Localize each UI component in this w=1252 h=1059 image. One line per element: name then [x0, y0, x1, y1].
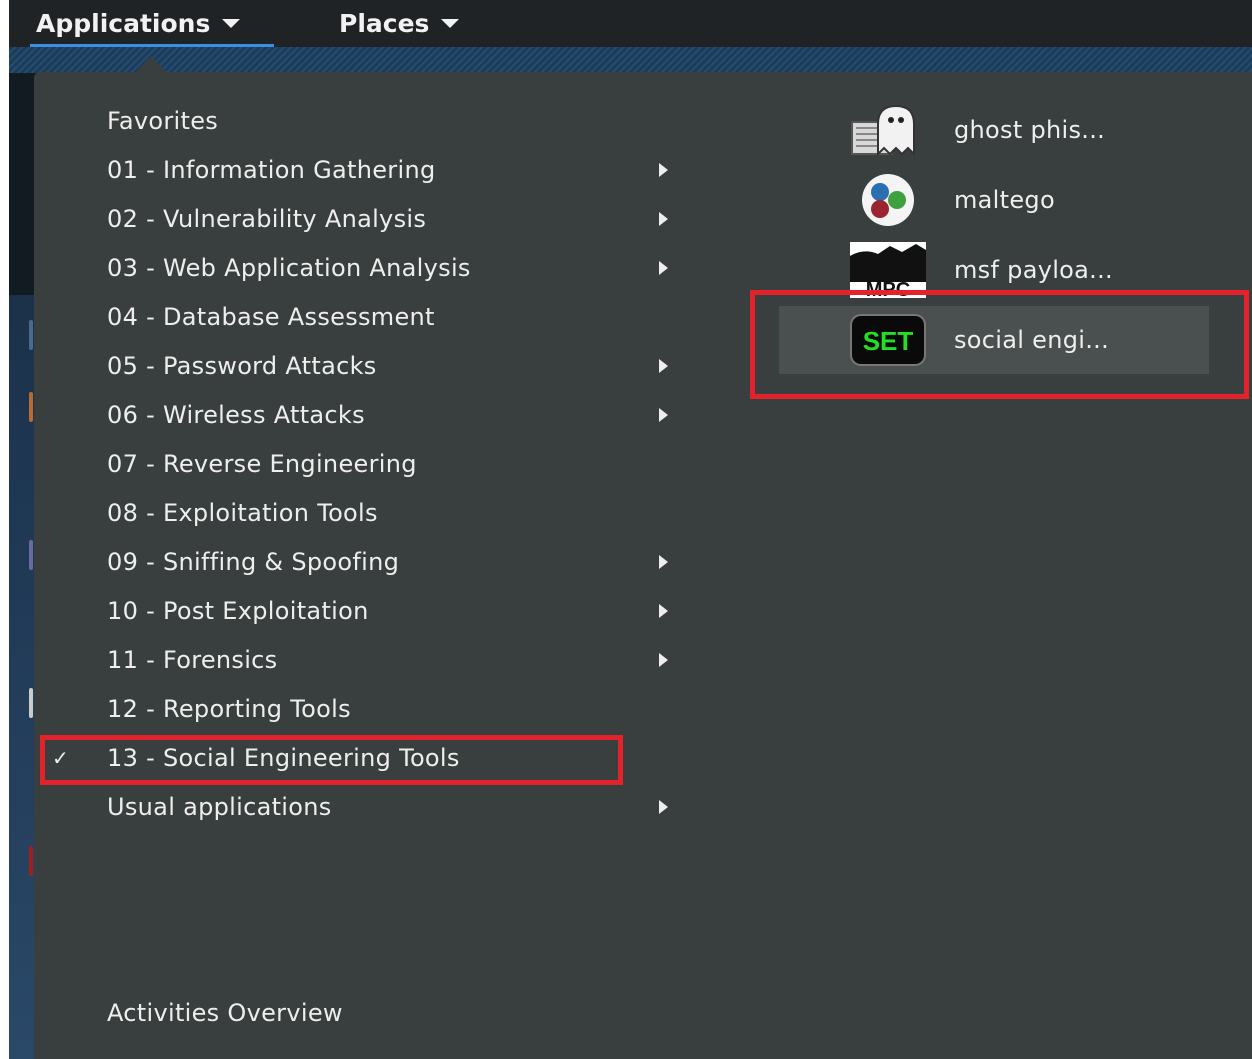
- desktop-mark: [29, 392, 33, 422]
- category-item-password-attacks[interactable]: 05 - Password Attacks: [34, 344, 734, 388]
- applications-menu-button[interactable]: Applications: [29, 0, 275, 47]
- applications-label: Applications: [36, 9, 211, 38]
- app-label: maltego: [954, 186, 1055, 214]
- submenu-arrow-icon: [659, 261, 668, 275]
- category-item-usual-applications[interactable]: Usual applications: [34, 785, 734, 829]
- ghost-phisher-icon: [850, 100, 926, 160]
- applications-menu: Favorites 01 - Information Gathering 02 …: [34, 72, 1252, 1059]
- maltego-icon: [850, 170, 926, 230]
- highlight-box-category: [40, 735, 623, 785]
- category-label: 07 - Reverse Engineering: [107, 450, 417, 478]
- category-label: 09 - Sniffing & Spoofing: [107, 548, 400, 576]
- top-panel: Applications Places: [9, 0, 1252, 47]
- category-label: 08 - Exploitation Tools: [107, 499, 378, 527]
- submenu-arrow-icon: [659, 359, 668, 373]
- submenu-arrow-icon: [659, 163, 668, 177]
- category-item-post-exploitation[interactable]: 10 - Post Exploitation: [34, 589, 734, 633]
- menu-pointer: [135, 56, 167, 73]
- category-label: 03 - Web Application Analysis: [107, 254, 471, 282]
- category-label: 10 - Post Exploitation: [107, 597, 369, 625]
- category-item-reporting-tools[interactable]: 12 - Reporting Tools: [34, 687, 734, 731]
- category-item-sniffing-spoofing[interactable]: 09 - Sniffing & Spoofing: [34, 540, 734, 584]
- category-label: 04 - Database Assessment: [107, 303, 435, 331]
- category-item-wireless-attacks[interactable]: 06 - Wireless Attacks: [34, 393, 734, 437]
- category-label: 02 - Vulnerability Analysis: [107, 205, 427, 233]
- wallpaper-stripe: [9, 45, 1252, 73]
- category-item-forensics[interactable]: 11 - Forensics: [34, 638, 734, 682]
- category-item-web-application-analysis[interactable]: 03 - Web Application Analysis: [34, 246, 734, 290]
- submenu-arrow-icon: [659, 555, 668, 569]
- chevron-down-icon: [222, 19, 241, 28]
- submenu-arrow-icon: [659, 800, 668, 814]
- submenu-arrow-icon: [659, 408, 668, 422]
- desktop-mark: [29, 688, 33, 718]
- app-item-ghost-phisher[interactable]: ghost phis...: [779, 96, 1209, 164]
- highlight-box-app: [750, 290, 1249, 399]
- category-item-reverse-engineering[interactable]: 07 - Reverse Engineering: [34, 442, 734, 486]
- category-label: 05 - Password Attacks: [107, 352, 377, 380]
- category-item-information-gathering[interactable]: 01 - Information Gathering: [34, 148, 734, 192]
- category-item-database-assessment[interactable]: 04 - Database Assessment: [34, 295, 734, 339]
- activities-overview-link[interactable]: Activities Overview: [107, 999, 343, 1027]
- category-item-exploitation-tools[interactable]: 08 - Exploitation Tools: [34, 491, 734, 535]
- submenu-arrow-icon: [659, 604, 668, 618]
- places-label: Places: [339, 9, 430, 38]
- category-item-vulnerability-analysis[interactable]: 02 - Vulnerability Analysis: [34, 197, 734, 241]
- category-label: Usual applications: [107, 793, 332, 821]
- desktop-mark: [29, 846, 33, 876]
- app-item-maltego[interactable]: maltego: [779, 166, 1209, 234]
- category-label: Favorites: [107, 107, 219, 135]
- desktop-mark: [29, 540, 33, 570]
- places-menu-button[interactable]: Places: [339, 0, 460, 47]
- submenu-arrow-icon: [659, 212, 668, 226]
- category-label: 11 - Forensics: [107, 646, 278, 674]
- app-label: ghost phis...: [954, 116, 1106, 144]
- category-label: 01 - Information Gathering: [107, 156, 436, 184]
- category-label: 06 - Wireless Attacks: [107, 401, 365, 429]
- app-label: msf payloa...: [954, 256, 1113, 284]
- chevron-down-icon: [441, 19, 460, 28]
- submenu-arrow-icon: [659, 653, 668, 667]
- category-item-favorites[interactable]: Favorites: [34, 99, 734, 143]
- desktop-mark: [29, 320, 33, 350]
- category-label: 12 - Reporting Tools: [107, 695, 351, 723]
